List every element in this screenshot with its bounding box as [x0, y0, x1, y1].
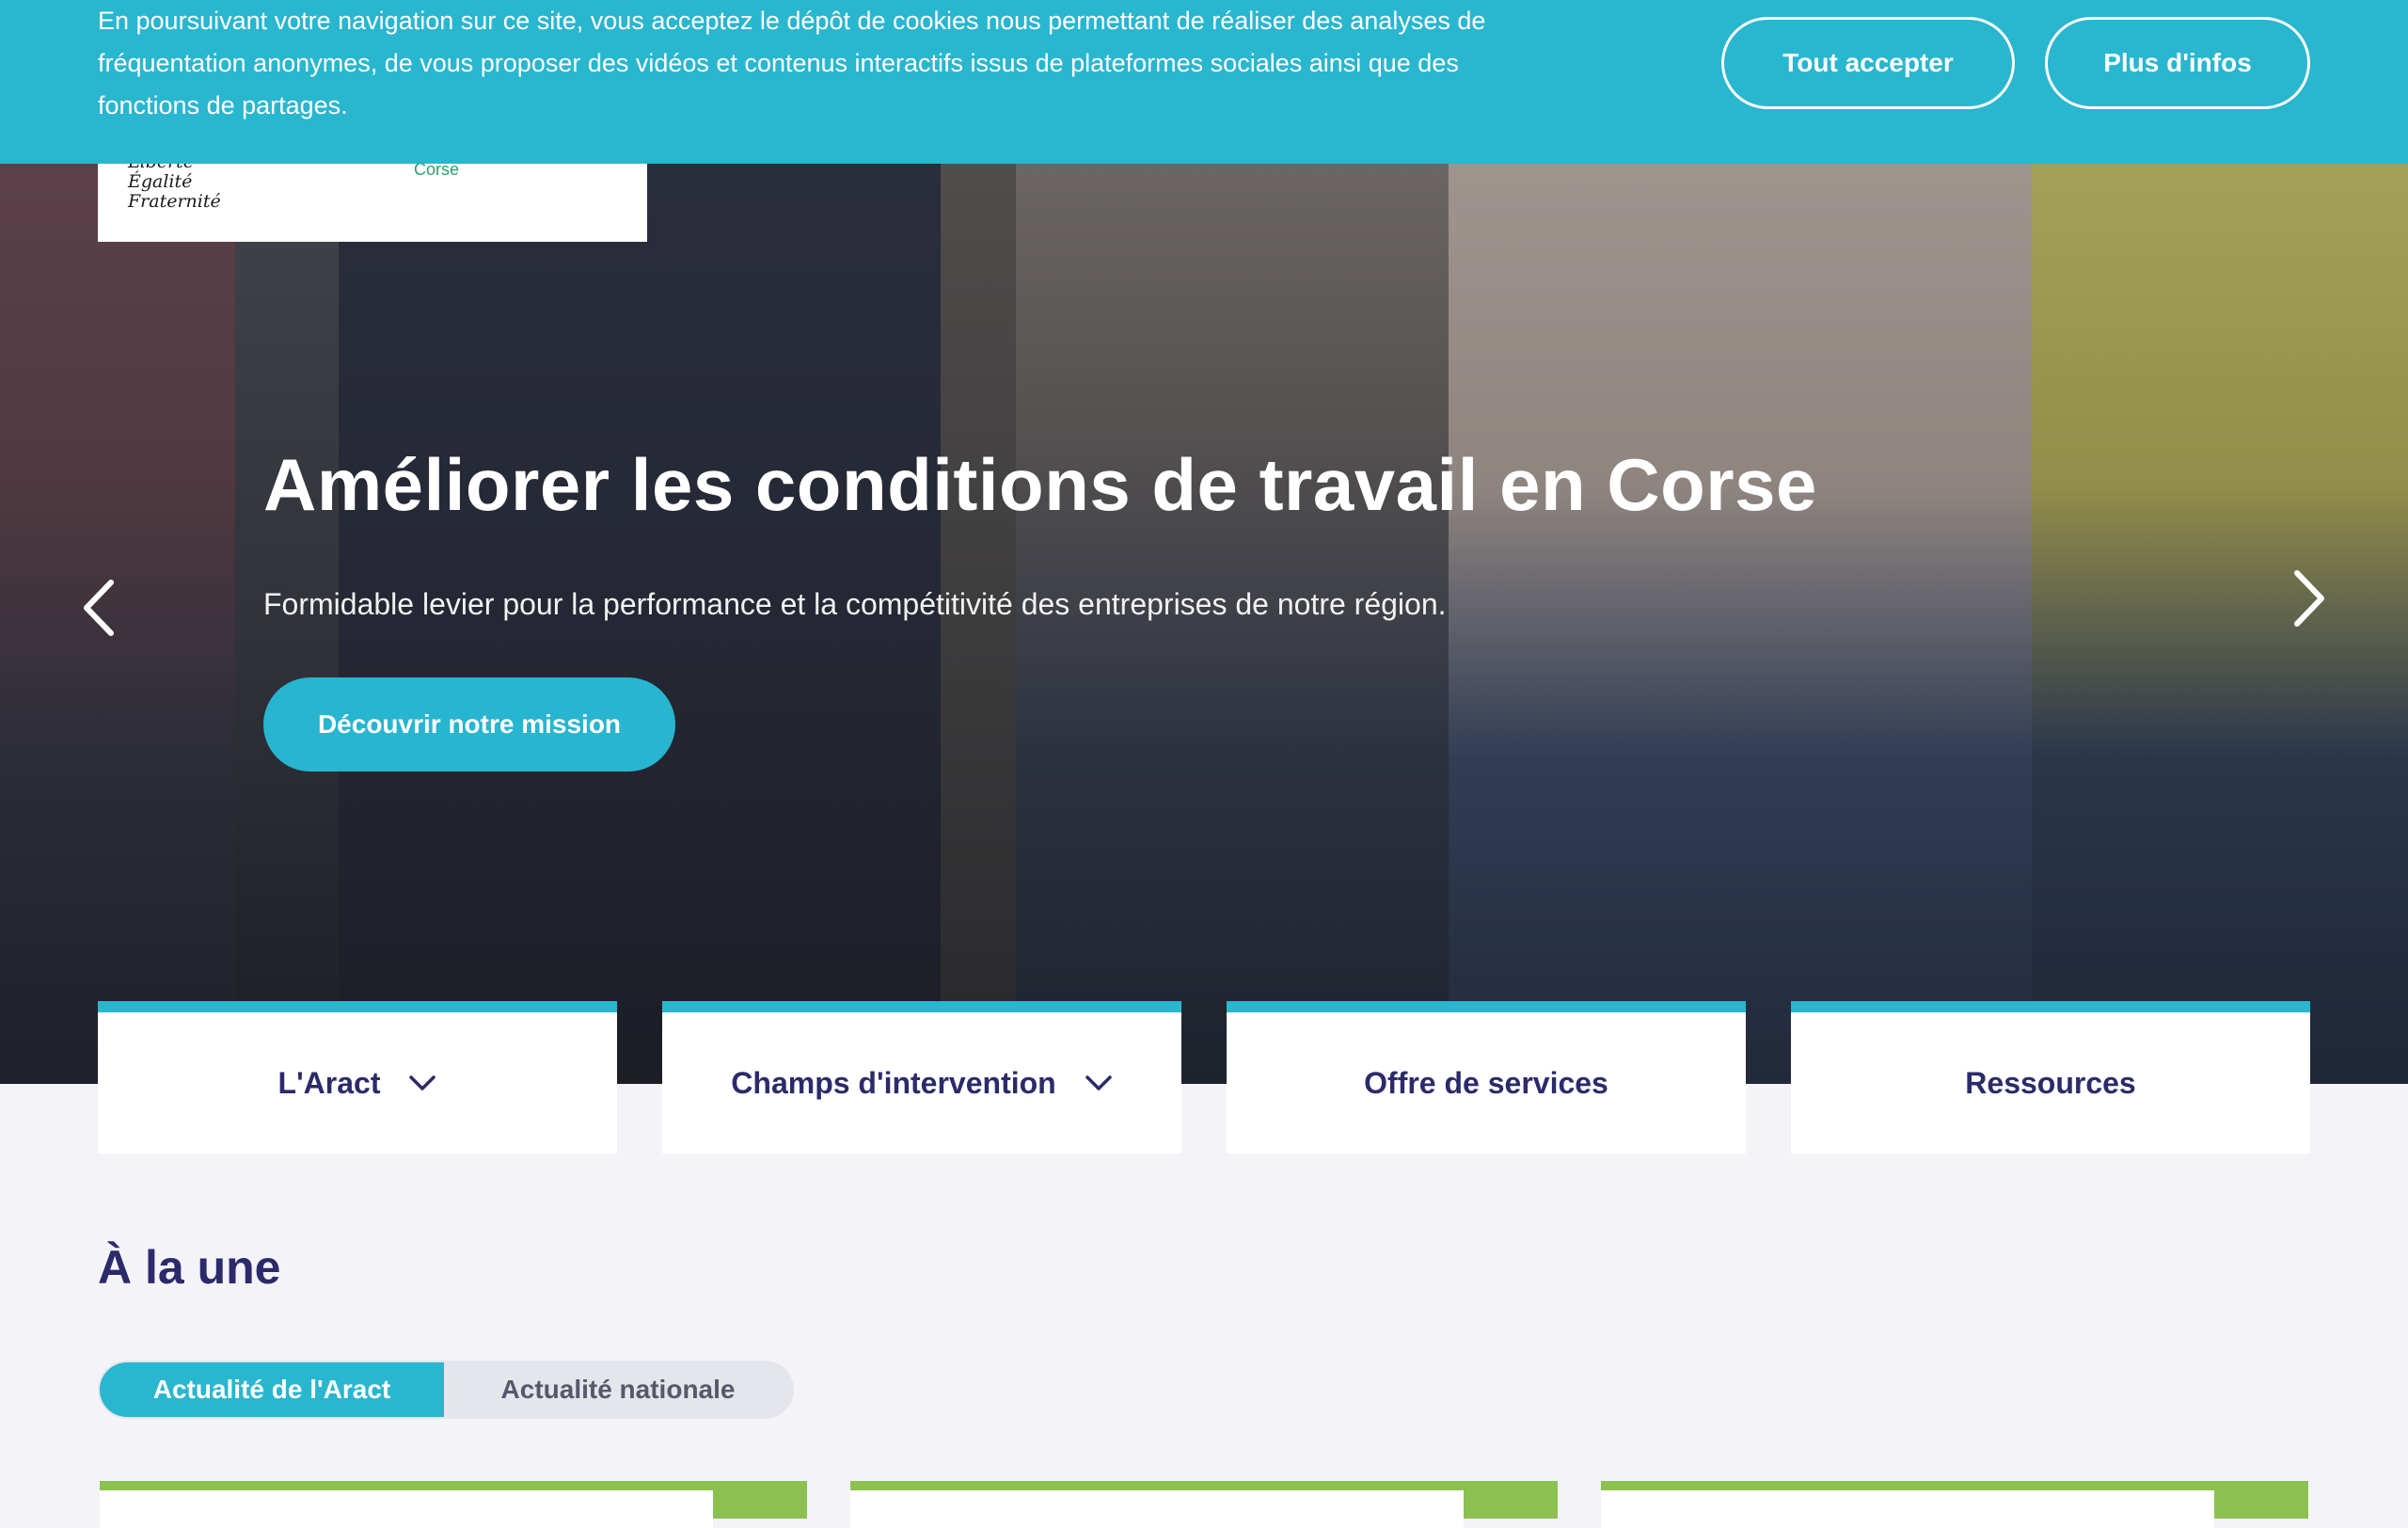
- nav-item-offre-services[interactable]: Offre de services: [1227, 1001, 1746, 1154]
- news-card-badge: [713, 1481, 807, 1519]
- news-card-body: [100, 1490, 713, 1528]
- slider-next-button[interactable]: [2282, 566, 2338, 630]
- news-card-badge: [1464, 1481, 1558, 1519]
- news-card-body: [1601, 1490, 2214, 1528]
- tab-actualite-aract[interactable]: Actualité de l'Aract: [100, 1362, 444, 1417]
- news-tabs: Actualité de l'Aract Actualité nationale: [98, 1361, 794, 1419]
- tab-actualite-nationale[interactable]: Actualité nationale: [444, 1362, 792, 1417]
- news-card[interactable]: [1601, 1481, 2308, 1528]
- news-card[interactable]: [850, 1481, 1558, 1528]
- cookie-more-info-button[interactable]: Plus d'infos: [2045, 17, 2310, 109]
- news-card-body: [850, 1490, 1464, 1528]
- chevron-right-icon: [2294, 570, 2324, 627]
- nav-item-aract[interactable]: L'Aract: [98, 1001, 617, 1154]
- news-section-title: À la une: [98, 1241, 281, 1294]
- chevron-left-icon: [84, 580, 114, 636]
- logo-motto-line: Fraternité: [128, 191, 221, 212]
- hero-subtitle: Formidable levier pour la performance et…: [263, 587, 1447, 621]
- nav-item-ressources[interactable]: Ressources: [1791, 1001, 2310, 1154]
- discover-mission-button[interactable]: Découvrir notre mission: [263, 677, 675, 772]
- chevron-down-icon: [408, 1074, 436, 1091]
- chevron-down-icon: [1085, 1074, 1113, 1091]
- nav-item-label: Champs d'intervention: [731, 1065, 1056, 1100]
- nav-item-label: Offre de services: [1364, 1065, 1608, 1100]
- news-card-badge: [2214, 1481, 2308, 1519]
- news-card[interactable]: [100, 1481, 807, 1528]
- slider-prev-button[interactable]: [70, 576, 126, 640]
- cookie-banner: En poursuivant votre navigation sur ce s…: [0, 0, 2408, 164]
- hero-title: Améliorer les conditions de travail en C…: [263, 443, 1817, 526]
- nav-item-label: Ressources: [1965, 1065, 2136, 1100]
- nav-item-champs-intervention[interactable]: Champs d'intervention: [662, 1001, 1181, 1154]
- cookie-banner-text: En poursuivant votre navigation sur ce s…: [98, 7, 1486, 119]
- nav-item-label: L'Aract: [277, 1065, 381, 1100]
- accept-all-cookies-button[interactable]: Tout accepter: [1721, 17, 2015, 109]
- logo-motto-line: Égalité: [128, 171, 193, 192]
